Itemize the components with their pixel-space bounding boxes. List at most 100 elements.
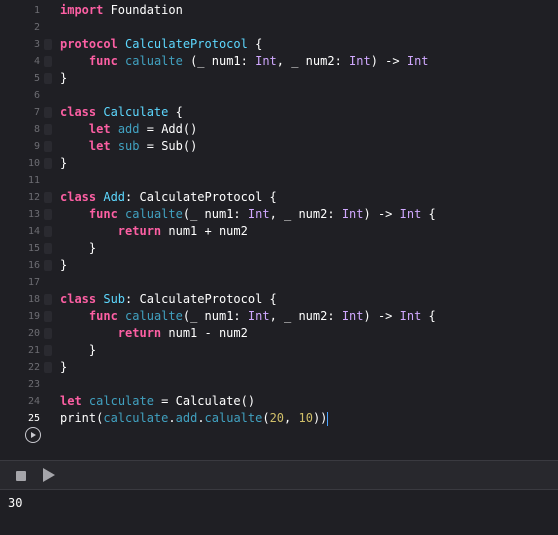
code-text[interactable]: } xyxy=(60,257,67,274)
code-text[interactable]: let add = Add() xyxy=(60,121,197,138)
code-token: : CalculateProtocol { xyxy=(125,190,277,204)
code-fold-ribbon[interactable] xyxy=(44,209,52,220)
code-token: Int xyxy=(341,309,364,323)
code-text[interactable]: } xyxy=(60,342,96,359)
code-token: sub xyxy=(117,139,140,153)
code-line[interactable]: 8 let add = Add() xyxy=(0,121,558,138)
code-fold-ribbon[interactable] xyxy=(44,39,52,50)
code-fold-ribbon[interactable] xyxy=(44,328,52,339)
code-token: ( xyxy=(262,411,270,425)
code-token: { xyxy=(421,309,436,323)
code-line[interactable]: 20 return num1 - num2 xyxy=(0,325,558,342)
line-number: 16 xyxy=(27,260,40,271)
code-token: )) xyxy=(312,411,328,425)
code-text[interactable]: print(calculate.add.calualte(20, 10)) xyxy=(60,410,329,427)
code-token: { xyxy=(247,37,263,51)
code-text[interactable]: func calualte(_ num1: Int, _ num2: Int) … xyxy=(60,308,436,325)
code-text[interactable]: let sub = Sub() xyxy=(60,138,197,155)
code-line[interactable]: 18 class Sub: CalculateProtocol { xyxy=(0,291,558,308)
code-text[interactable]: } xyxy=(60,155,67,172)
code-text[interactable]: class Sub: CalculateProtocol { xyxy=(60,291,277,308)
code-text[interactable]: } xyxy=(60,70,67,87)
code-line[interactable]: 14 return num1 + num2 xyxy=(0,223,558,240)
code-token: . xyxy=(197,411,205,425)
code-fold-ribbon[interactable] xyxy=(44,124,52,135)
code-line[interactable]: 6 xyxy=(0,87,558,104)
code-line[interactable]: 17 xyxy=(0,274,558,291)
code-token: Int xyxy=(399,207,422,221)
code-token: import xyxy=(60,3,104,17)
code-fold-ribbon[interactable] xyxy=(44,260,52,271)
code-line[interactable]: 25 print(calculate.add.calualte(20, 10)) xyxy=(0,410,558,427)
stop-square-icon[interactable] xyxy=(16,471,26,481)
code-text[interactable]: import Foundation xyxy=(60,2,183,19)
code-fold-ribbon[interactable] xyxy=(44,226,52,237)
code-text[interactable]: func calualte(_ num1: Int, _ num2: Int) … xyxy=(60,206,436,223)
line-number: 24 xyxy=(27,396,40,407)
code-text[interactable]: let calculate = Calculate() xyxy=(60,393,255,410)
code-line[interactable]: 13 func calualte(_ num1: Int, _ num2: In… xyxy=(0,206,558,223)
code-line[interactable]: 15 } xyxy=(0,240,558,257)
code-line[interactable]: 11 xyxy=(0,172,558,189)
code-line[interactable]: 5} xyxy=(0,70,558,87)
code-text[interactable]: } xyxy=(60,240,96,257)
code-line[interactable]: 3 protocol CalculateProtocol { xyxy=(0,36,558,53)
code-line[interactable]: 4 func calualte (_ num1: Int, _ num2: In… xyxy=(0,53,558,70)
code-token: calualte xyxy=(204,411,263,425)
code-fold-ribbon[interactable] xyxy=(44,294,52,305)
code-token: calualte xyxy=(125,207,183,221)
code-line[interactable]: 10} xyxy=(0,155,558,172)
text-cursor xyxy=(327,411,329,426)
code-line[interactable]: 23 xyxy=(0,376,558,393)
code-text[interactable]: return num1 - num2 xyxy=(60,325,248,342)
code-token: (_ num1: xyxy=(182,54,256,68)
code-token: calculate xyxy=(103,411,169,425)
code-text[interactable]: class Calculate { xyxy=(60,104,183,121)
code-fold-ribbon[interactable] xyxy=(44,107,52,118)
code-editor[interactable]: 1 import Foundation 2 3 protocol CalculatePr… xyxy=(0,0,558,460)
code-line[interactable]: 1 import Foundation xyxy=(0,2,558,19)
code-text[interactable]: return num1 + num2 xyxy=(60,223,248,240)
code-fold-ribbon[interactable] xyxy=(44,141,52,152)
code-line[interactable]: 12 class Add: CalculateProtocol { xyxy=(0,189,558,206)
line-number: 9 xyxy=(33,141,40,152)
code-fold-ribbon[interactable] xyxy=(44,362,52,373)
code-text[interactable]: func calualte (_ num1: Int, _ num2: Int)… xyxy=(60,53,429,70)
code-fold-ribbon[interactable] xyxy=(44,56,52,67)
line-number: 15 xyxy=(27,243,40,254)
code-text[interactable]: class Add: CalculateProtocol { xyxy=(60,189,277,206)
code-line[interactable]: 7 class Calculate { xyxy=(0,104,558,121)
code-line[interactable]: 22} xyxy=(0,359,558,376)
code-fold-ribbon[interactable] xyxy=(44,158,52,169)
code-fold-ribbon[interactable] xyxy=(44,243,52,254)
code-line[interactable]: 2 xyxy=(0,19,558,36)
run-to-line-button[interactable] xyxy=(25,427,41,443)
code-token: Int xyxy=(349,54,371,68)
code-token: let xyxy=(88,122,111,136)
code-line[interactable]: 16} xyxy=(0,257,558,274)
code-fold-ribbon[interactable] xyxy=(44,73,52,84)
code-fold-ribbon[interactable] xyxy=(44,192,52,203)
code-fold-ribbon[interactable] xyxy=(44,311,52,322)
code-token: , xyxy=(284,411,299,425)
code-token: = Sub() xyxy=(139,139,198,153)
code-text[interactable]: protocol CalculateProtocol { xyxy=(60,36,262,53)
line-number: 17 xyxy=(27,277,40,288)
line-number: 23 xyxy=(27,379,40,390)
code-token: (_ num1: xyxy=(182,207,248,221)
code-token: ) -> xyxy=(363,207,400,221)
code-line[interactable]: 9 let sub = Sub() xyxy=(0,138,558,155)
code-text[interactable]: } xyxy=(60,359,67,376)
code-fold-ribbon[interactable] xyxy=(44,345,52,356)
code-token: : CalculateProtocol { xyxy=(125,292,277,306)
code-line[interactable]: 21 } xyxy=(0,342,558,359)
code-token: . xyxy=(168,411,176,425)
code-line[interactable]: 24 let calculate = Calculate() xyxy=(0,393,558,410)
console-area[interactable]: 30 xyxy=(0,490,558,535)
code-token: add xyxy=(117,122,140,136)
code-line[interactable]: 19 func calualte(_ num1: Int, _ num2: In… xyxy=(0,308,558,325)
play-triangle-icon[interactable] xyxy=(43,468,55,482)
code-token: Int xyxy=(247,207,270,221)
code-token: Calculate xyxy=(103,105,169,119)
